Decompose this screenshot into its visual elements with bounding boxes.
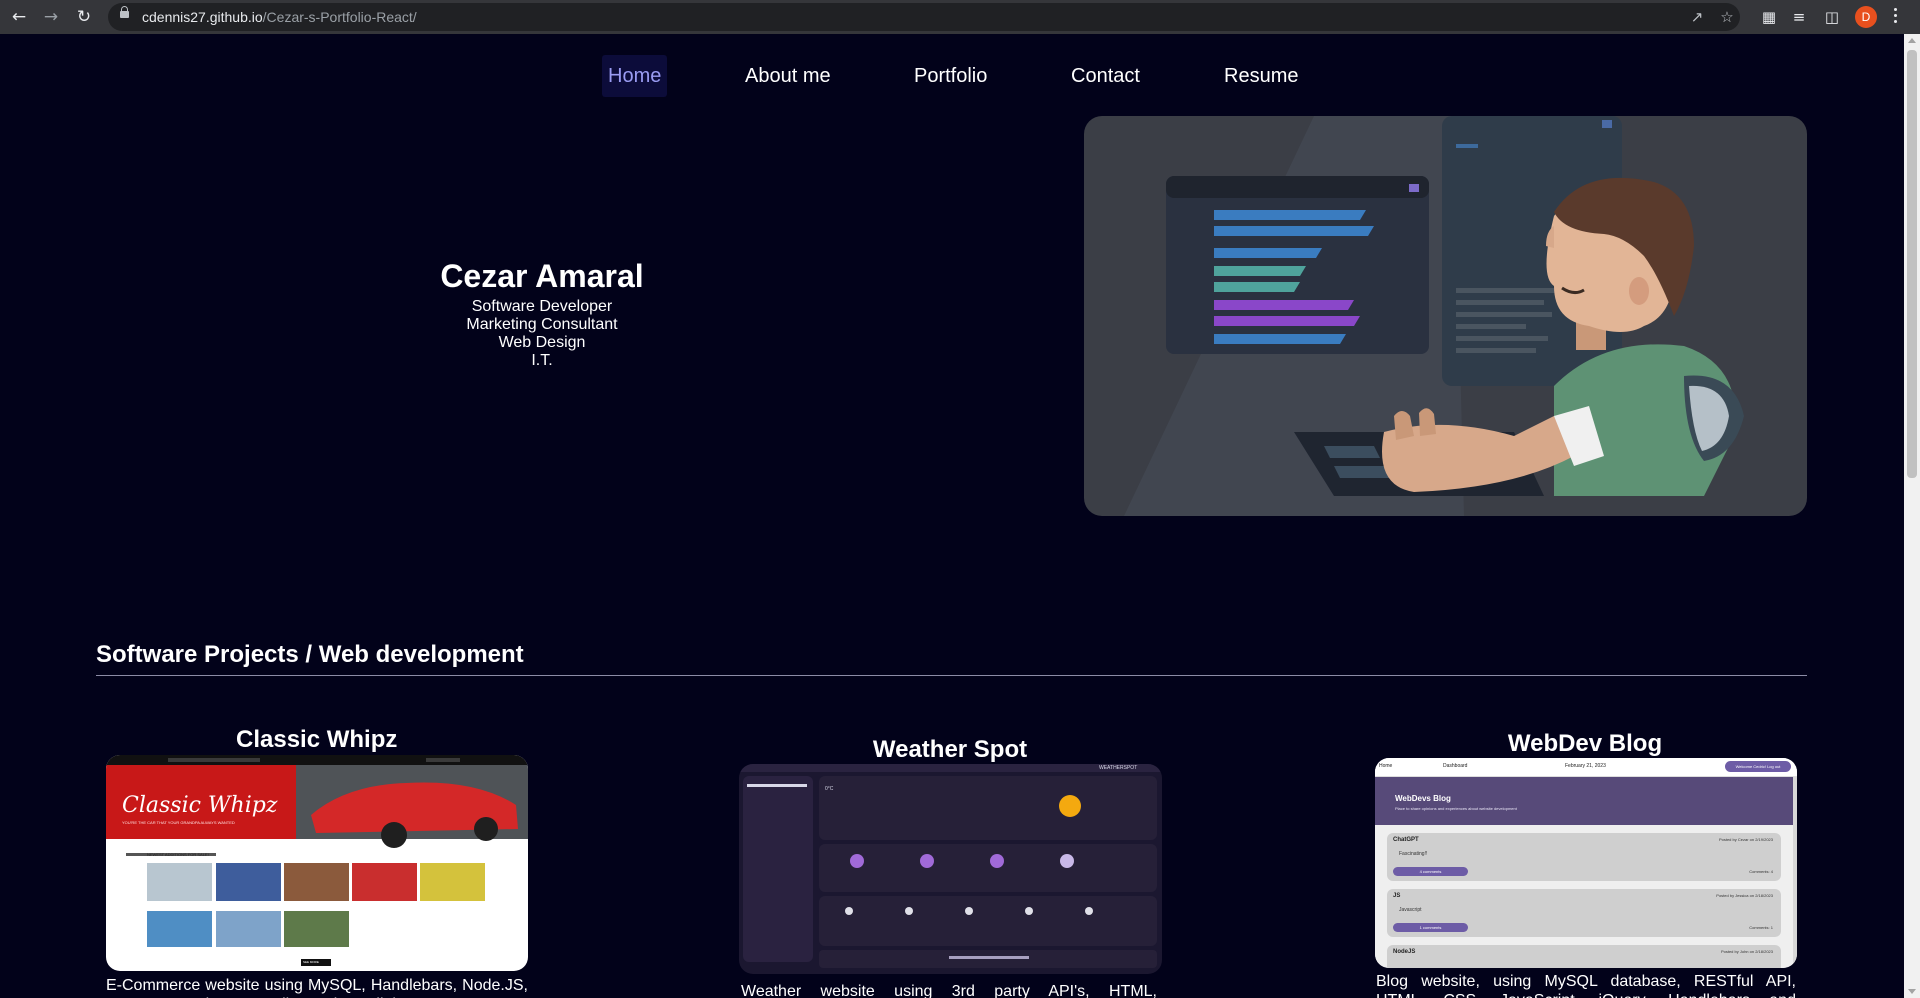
classic-whipz-banner-subtitle: YOU'RE THE CAR THAT YOUR GRANDPA ALWAYS … bbox=[122, 820, 235, 825]
project-title-classic-whipz: Classic Whipz bbox=[236, 726, 398, 753]
nav-resume[interactable]: Resume bbox=[1224, 55, 1298, 97]
project-desc-webdev-blog: Blog website, using MySQL database, REST… bbox=[1376, 973, 1796, 998]
url-text[interactable]: cdennis27.github.io/Cezar-s-Portfolio-Re… bbox=[142, 9, 417, 25]
blog-preview-topbar: Home Dashboard February 21, 2023 Welcome… bbox=[1375, 758, 1797, 777]
classic-whipz-row-label: NEWEST ADDITIONS FOR SALE! bbox=[147, 852, 209, 857]
hero-name: Cezar Amaral bbox=[440, 258, 644, 294]
reading-list-icon[interactable]: ≡ bbox=[1790, 8, 1808, 26]
blog-post-meta: Posted by John on 2/18/2023 bbox=[1720, 949, 1773, 954]
blog-post-meta: Posted by Jessica on 2/18/2023 bbox=[1716, 893, 1773, 898]
side-panel-icon[interactable]: ◫ bbox=[1823, 8, 1841, 26]
bookmark-star-icon[interactable]: ☆ bbox=[1718, 8, 1736, 26]
blog-post-title: ChatGPT bbox=[1393, 837, 1419, 843]
nav-contact[interactable]: Contact bbox=[1071, 55, 1140, 97]
address-bar[interactable]: cdennis27.github.io/Cezar-s-Portfolio-Re… bbox=[108, 3, 1740, 31]
blog-post-meta: Posted by Cezar on 2/19/2023 bbox=[1718, 837, 1773, 842]
classic-whipz-see-more: SEE MORE bbox=[303, 960, 319, 964]
project-screenshot-weather-spot[interactable]: WEATHERSPOT 0°C bbox=[739, 764, 1162, 974]
project-screenshot-webdev-blog[interactable]: Home Dashboard February 21, 2023 Welcome… bbox=[1375, 758, 1797, 968]
developer-at-desk-illustration bbox=[1124, 116, 1744, 516]
lock-icon[interactable] bbox=[120, 6, 129, 18]
scroll-down-arrow-icon[interactable] bbox=[1908, 989, 1916, 994]
nav-home[interactable]: Home bbox=[602, 55, 668, 97]
hero-roles: Software Developer Marketing Consultant … bbox=[340, 298, 744, 370]
scroll-up-arrow-icon[interactable] bbox=[1908, 38, 1916, 43]
role-marketing-consultant: Marketing Consultant bbox=[466, 316, 618, 333]
scroll-thumb[interactable] bbox=[1907, 50, 1917, 478]
weather-spot-preview bbox=[739, 764, 1162, 968]
blog-preview-nav-dashboard: Dashboard bbox=[1443, 763, 1468, 769]
blog-post-title: NodeJS bbox=[1393, 949, 1416, 955]
hero-illustration bbox=[1084, 116, 1807, 516]
role-it: I.T. bbox=[531, 352, 553, 369]
kebab-menu-icon[interactable] bbox=[1893, 8, 1899, 26]
weather-spot-temp: 0°C bbox=[825, 786, 834, 792]
back-arrow-icon[interactable]: ← bbox=[10, 8, 28, 26]
blog-post-body: Javascript bbox=[1399, 907, 1422, 913]
blog-preview-user-button: Welcome Cedric! Log out bbox=[1725, 761, 1791, 772]
blog-preview-subtitle: Place to share opinions and experiences … bbox=[1395, 806, 1517, 811]
blog-preview-date: February 21, 2023 bbox=[1565, 763, 1606, 769]
blog-preview-post: NodeJS Posted by John on 2/18/2023 bbox=[1387, 945, 1781, 968]
blog-post-comments-button: 4 comments bbox=[1393, 867, 1468, 876]
url-path: /Cezar-s-Portfolio-React/ bbox=[262, 9, 417, 25]
project-title-weather-spot: Weather Spot bbox=[872, 736, 1028, 763]
section-divider bbox=[96, 675, 1807, 676]
weather-spot-app-name: WEATHERSPOT bbox=[1099, 765, 1138, 771]
project-desc-classic-whipz: E-Commerce website using MySQL, Handleba… bbox=[106, 977, 528, 998]
nav-portfolio[interactable]: Portfolio bbox=[914, 55, 987, 97]
forward-arrow-icon[interactable]: → bbox=[42, 8, 60, 26]
blog-post-body: Fascinating!! bbox=[1399, 851, 1428, 857]
blog-preview-nav-home: Home bbox=[1379, 763, 1393, 769]
page-scrollbar[interactable] bbox=[1904, 34, 1920, 998]
section-title: Software Projects / Web development bbox=[96, 641, 524, 668]
blog-preview-scrollbar bbox=[1793, 777, 1797, 968]
profile-avatar[interactable]: D bbox=[1855, 6, 1877, 28]
url-host: cdennis27.github.io bbox=[142, 9, 263, 25]
classic-whipz-banner-script: Classic Whipz bbox=[122, 793, 278, 818]
nav-about-me[interactable]: About me bbox=[745, 55, 831, 97]
browser-toolbar: ← → ↻ cdennis27.github.io/Cezar-s-Portfo… bbox=[0, 0, 1920, 34]
blog-preview-post: JS Posted by Jessica on 2/18/2023 Javasc… bbox=[1387, 889, 1781, 937]
blog-preview-posts: ChatGPT Posted by Cezar on 2/19/2023 Fas… bbox=[1375, 825, 1793, 968]
blog-post-title: JS bbox=[1393, 893, 1401, 899]
blog-preview-post: ChatGPT Posted by Cezar on 2/19/2023 Fas… bbox=[1387, 833, 1781, 881]
blog-post-comment-count: Comments: 1 bbox=[1749, 925, 1773, 930]
reload-icon[interactable]: ↻ bbox=[75, 8, 93, 26]
project-title-webdev-blog: WebDev Blog bbox=[1507, 730, 1663, 757]
puzzle-icon[interactable]: ▦ bbox=[1760, 8, 1778, 26]
role-web-design: Web Design bbox=[498, 334, 586, 351]
blog-post-comment-count: Comments: 4 bbox=[1749, 869, 1773, 874]
blog-preview-title: WebDevs Blog bbox=[1395, 794, 1451, 803]
classic-whipz-preview bbox=[106, 755, 528, 966]
role-software-developer: Software Developer bbox=[471, 298, 613, 315]
project-desc-weather-spot: Weather website using 3rd party API's, H… bbox=[741, 983, 1157, 998]
project-screenshot-classic-whipz[interactable]: Classic Whipz YOU'RE THE CAR THAT YOUR G… bbox=[106, 755, 528, 971]
blog-preview-banner: WebDevs Blog Place to share opinions and… bbox=[1375, 777, 1793, 825]
share-icon[interactable]: ↗ bbox=[1688, 8, 1706, 26]
blog-post-comments-button: 1 comments bbox=[1393, 923, 1468, 932]
